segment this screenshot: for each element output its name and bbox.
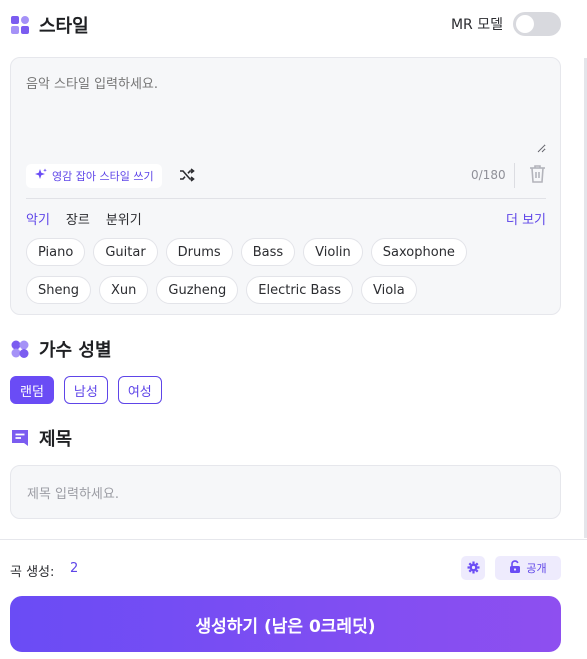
char-count: 0/180 xyxy=(471,168,506,182)
chip-saxophone[interactable]: Saxophone xyxy=(370,238,467,266)
settings-button[interactable] xyxy=(461,556,485,580)
gear-icon xyxy=(467,559,480,578)
gender-icon xyxy=(10,339,30,359)
chip-sheng[interactable]: Sheng xyxy=(26,276,91,304)
chip-electric-bass[interactable]: Electric Bass xyxy=(246,276,353,304)
chip-bass[interactable]: Bass xyxy=(240,238,296,266)
resize-handle-icon[interactable] xyxy=(537,144,546,153)
clear-button[interactable] xyxy=(526,164,548,188)
tab-genre[interactable]: 장르 xyxy=(66,209,90,228)
style-input-box: 영감 잡아 스타일 쓰기 0/180 악기 장르 분위기 xyxy=(10,57,561,315)
chip-guitar[interactable]: Guitar xyxy=(93,238,158,266)
style-icon xyxy=(10,15,30,35)
tab-mood[interactable]: 분위기 xyxy=(106,209,142,228)
toggle-knob xyxy=(516,15,534,33)
chip-row: Sheng Xun Guzheng Electric Bass Viola xyxy=(26,276,556,304)
visibility-label: 공개 xyxy=(526,562,547,575)
sparkle-icon xyxy=(34,168,47,184)
style-section-title: 스타일 xyxy=(39,16,89,37)
chip-piano[interactable]: Piano xyxy=(26,238,86,266)
tab-instruments[interactable]: 악기 xyxy=(26,209,50,228)
song-count-value[interactable]: 2 xyxy=(70,561,78,576)
chip-xun[interactable]: Xun xyxy=(98,276,149,304)
shuffle-button[interactable] xyxy=(177,166,197,186)
unlock-icon xyxy=(509,560,521,576)
chip-violin[interactable]: Violin xyxy=(303,238,363,266)
more-link[interactable]: 더 보기 xyxy=(506,209,546,228)
visibility-button[interactable]: 공개 xyxy=(495,556,561,580)
title-icon xyxy=(10,428,30,448)
gender-random-button[interactable]: 랜덤 xyxy=(10,376,54,404)
gender-male-button[interactable]: 남성 xyxy=(63,376,108,404)
title-section-header: 제목 xyxy=(10,425,72,451)
divider xyxy=(26,198,546,199)
chip-guzheng[interactable]: Guzheng xyxy=(156,276,239,304)
title-section-title: 제목 xyxy=(39,429,73,450)
trash-icon xyxy=(529,164,546,188)
mr-model-label: MR 모델 xyxy=(450,17,503,33)
style-tabs: 악기 장르 분위기 xyxy=(26,209,142,228)
gender-female-button[interactable]: 여성 xyxy=(117,376,162,404)
gender-section-title: 가수 성별 xyxy=(39,340,112,361)
mr-model-toggle[interactable] xyxy=(513,12,561,36)
style-input[interactable] xyxy=(26,73,546,153)
style-section-header: 스타일 xyxy=(10,12,89,38)
gender-options: 랜덤 남성 여성 xyxy=(10,376,162,404)
generate-button[interactable]: 생성하기 (남은 0크레딧) xyxy=(10,596,561,652)
inspire-style-label: 영감 잡아 스타일 쓰기 xyxy=(52,170,154,183)
mr-model-control: MR 모델 xyxy=(451,12,561,36)
shuffle-icon xyxy=(179,167,195,186)
title-input[interactable]: 제목 입력하세요. xyxy=(10,465,561,519)
chip-drums[interactable]: Drums xyxy=(165,238,233,266)
divider xyxy=(0,539,587,540)
inspire-style-button[interactable]: 영감 잡아 스타일 쓰기 xyxy=(26,164,162,188)
divider xyxy=(514,163,515,188)
gender-section-header: 가수 성별 xyxy=(10,336,112,362)
chip-viola[interactable]: Viola xyxy=(361,276,417,304)
chip-row: Piano Guitar Drums Bass Violin Saxophone xyxy=(26,238,556,266)
song-count-label: 곡 생성: xyxy=(10,565,55,580)
